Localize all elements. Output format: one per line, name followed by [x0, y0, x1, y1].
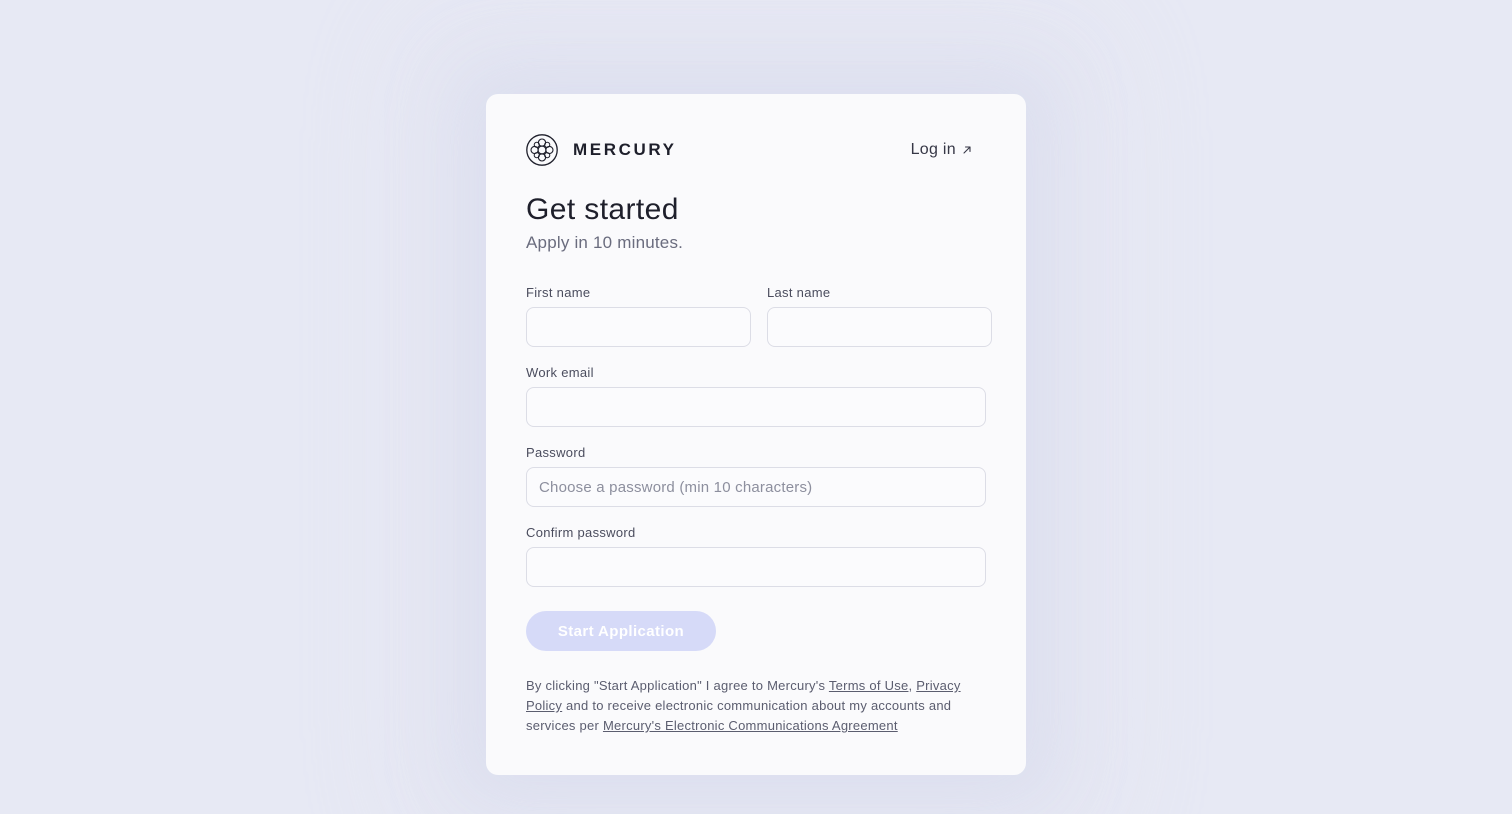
brand-wordmark: MERCURY [573, 140, 677, 159]
first-name-group: First name [526, 285, 751, 347]
last-name-label: Last name [767, 285, 831, 300]
password-label: Password [526, 445, 586, 460]
start-application-button[interactable]: Start Application [526, 611, 716, 651]
login-link[interactable]: Log in [911, 141, 972, 159]
work-email-label: Work email [526, 365, 594, 380]
password-input[interactable] [526, 467, 986, 507]
name-row: First name Last name [526, 285, 992, 347]
mercury-logo-icon [526, 134, 558, 166]
legal-text-before: By clicking "Start Application" I agree … [526, 678, 829, 693]
work-email-input[interactable] [526, 387, 986, 427]
login-label: Log in [910, 141, 956, 158]
legal-disclaimer: By clicking "Start Application" I agree … [526, 676, 988, 736]
confirm-password-label: Confirm password [526, 525, 636, 540]
page-background: MERCURY Log in Get started Apply in 10 m… [0, 0, 1512, 814]
first-name-label: First name [526, 285, 591, 300]
confirm-password-input[interactable] [526, 547, 986, 587]
card-header: MERCURY Log in [526, 134, 986, 166]
first-name-input[interactable] [526, 307, 751, 347]
arrow-up-right-icon [963, 146, 971, 154]
confirm-password-group: Confirm password [526, 525, 986, 587]
page-title: Get started [526, 193, 679, 226]
last-name-group: Last name [767, 285, 992, 347]
terms-of-use-link[interactable]: Terms of Use [829, 678, 909, 693]
signup-card: MERCURY Log in Get started Apply in 10 m… [486, 94, 1026, 775]
electronic-communications-agreement-link[interactable]: Mercury's Electronic Communications Agre… [603, 718, 898, 733]
work-email-group: Work email [526, 365, 986, 427]
last-name-input[interactable] [767, 307, 992, 347]
password-group: Password [526, 445, 986, 507]
brand[interactable]: MERCURY [526, 134, 677, 166]
page-subtitle: Apply in 10 minutes. [526, 233, 684, 252]
